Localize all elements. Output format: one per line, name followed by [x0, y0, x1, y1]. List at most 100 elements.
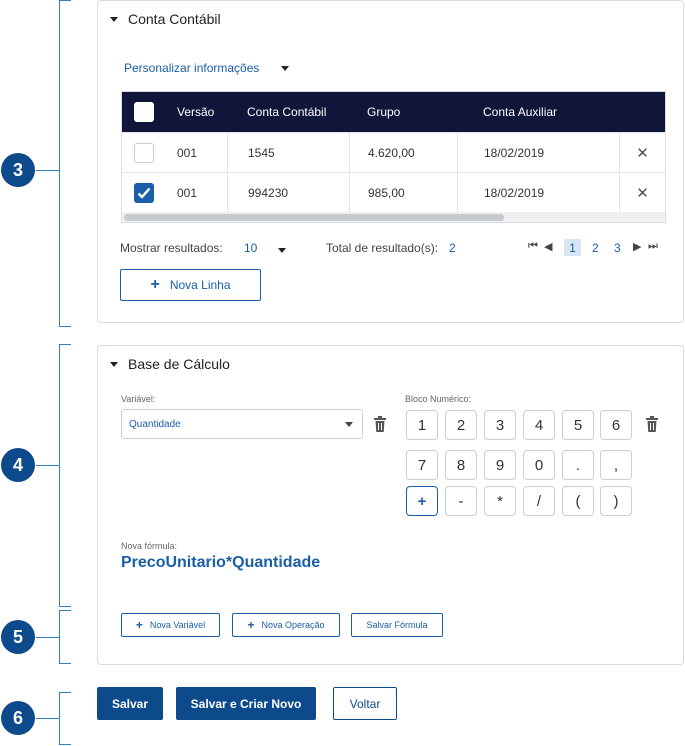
check-icon	[137, 187, 150, 199]
nova-variavel-label: Nova Variável	[149, 620, 206, 630]
annotation-tick-6	[36, 718, 60, 719]
voltar-button[interactable]: Voltar	[333, 687, 397, 720]
row-checkbox-cell	[122, 173, 165, 212]
conta-contabil-table: Versão Conta Contábil Grupo Conta Auxili…	[121, 91, 666, 223]
cell-versao: 001	[177, 145, 198, 160]
annotation-bracket-6	[59, 692, 71, 745]
page-1[interactable]: 1	[564, 239, 581, 256]
caret-down-icon	[110, 16, 118, 22]
personalizar-label: Personalizar informações	[124, 61, 260, 75]
nova-linha-label: Nova Linha	[169, 278, 231, 292]
mostrar-value[interactable]: 10	[244, 241, 257, 255]
nova-formula-label: Nova fórmula:	[121, 541, 178, 551]
next-page-icon[interactable]: ▶	[633, 240, 641, 253]
cell-aux: 18/02/2019	[457, 133, 619, 172]
key-dot[interactable]: .	[562, 450, 594, 480]
delete-row-cell: ✕	[619, 133, 665, 172]
key-minus[interactable]: -	[445, 486, 477, 516]
key-5[interactable]: 5	[562, 410, 594, 440]
key-0[interactable]: 0	[523, 450, 555, 480]
formula-text: PrecoUnitario*Quantidade	[121, 554, 321, 571]
key-3[interactable]: 3	[484, 410, 516, 440]
variavel-select[interactable]: Quantidade	[121, 409, 363, 439]
cell-aux: 18/02/2019	[457, 173, 619, 212]
key-plus[interactable]: +	[406, 486, 438, 516]
select-all-checkbox[interactable]	[133, 102, 154, 122]
trash-icon[interactable]	[645, 416, 659, 432]
annotation-tick-5	[36, 637, 60, 638]
annotation-badge-5: 5	[1, 620, 35, 654]
delete-row-cell: ✕	[619, 173, 665, 212]
plus-icon: +	[135, 618, 143, 632]
cell-conta: 994230	[227, 173, 349, 212]
table-row: 001 1545 4.620,00 18/02/2019 ✕	[122, 132, 665, 172]
first-page-icon[interactable]: ⏮	[528, 240, 538, 253]
mostrar-label: Mostrar resultados:	[120, 241, 223, 255]
salvar-button[interactable]: Salvar	[97, 687, 163, 720]
annotation-bracket-5	[59, 610, 71, 664]
nova-operacao-label: Nova Operação	[261, 620, 325, 630]
plus-icon: +	[150, 276, 160, 293]
total-value: 2	[449, 241, 456, 255]
key-1[interactable]: 1	[406, 410, 438, 440]
close-icon[interactable]: ✕	[636, 144, 649, 162]
salvar-formula-button[interactable]: Salvar Fórmula	[351, 613, 443, 637]
column-header-conta[interactable]: Conta Contábil	[227, 92, 349, 132]
trash-icon[interactable]	[373, 416, 387, 432]
nova-operacao-button[interactable]: + Nova Operação	[232, 613, 340, 637]
key-2[interactable]: 2	[445, 410, 477, 440]
caret-down-icon	[278, 248, 286, 253]
row-checkbox[interactable]	[133, 142, 154, 163]
nova-linha-button[interactable]: + Nova Linha	[120, 269, 261, 301]
close-icon[interactable]: ✕	[636, 184, 649, 202]
caret-down-icon	[110, 361, 118, 367]
annotation-bracket-4	[59, 344, 71, 607]
header-checkbox-cell	[122, 92, 165, 132]
base-calculo-toggle[interactable]: Base de Cálculo	[110, 356, 230, 372]
key-comma[interactable]: ,	[600, 450, 632, 480]
scrollbar-thumb[interactable]	[124, 214, 504, 221]
key-6[interactable]: 6	[600, 410, 632, 440]
annotation-badge-6: 6	[1, 701, 35, 735]
key-divide[interactable]: /	[523, 486, 555, 516]
prev-page-icon[interactable]: ◀	[544, 240, 552, 253]
last-page-icon[interactable]: ⏭	[648, 240, 658, 253]
key-multiply[interactable]: *	[484, 486, 516, 516]
personalizar-dropdown[interactable]: Personalizar informações	[124, 61, 290, 75]
column-header-aux[interactable]: Conta Auxiliar	[457, 92, 619, 132]
column-header-actions	[619, 92, 665, 132]
column-header-grupo[interactable]: Grupo	[349, 92, 457, 132]
pagination-bar: Mostrar resultados: 10 Total de resultad…	[120, 239, 665, 259]
conta-contabil-panel: Conta Contábil Personalizar informações …	[97, 0, 684, 323]
nova-variavel-button[interactable]: + Nova Variável	[121, 613, 220, 637]
table-row: 001 994230 985,00 18/02/2019 ✕	[122, 172, 665, 212]
page-2[interactable]: 2	[592, 241, 599, 255]
caret-down-icon	[281, 65, 290, 71]
salvar-formula-label: Salvar Fórmula	[366, 620, 428, 630]
cell-grupo: 985,00	[349, 173, 457, 212]
annotation-tick-4	[36, 465, 60, 466]
key-8[interactable]: 8	[445, 450, 477, 480]
key-4[interactable]: 4	[523, 410, 555, 440]
key-open-paren[interactable]: (	[562, 486, 594, 516]
caret-down-icon	[345, 422, 353, 427]
key-close-paren[interactable]: )	[600, 486, 632, 516]
cell-versao: 001	[177, 185, 198, 200]
horizontal-scrollbar[interactable]	[122, 212, 665, 222]
column-header-versao[interactable]: Versão	[165, 92, 227, 132]
annotation-badge-3: 3	[1, 153, 35, 187]
salvar-criar-novo-button[interactable]: Salvar e Criar Novo	[176, 687, 316, 720]
cell-conta: 1545	[227, 133, 349, 172]
key-7[interactable]: 7	[406, 450, 438, 480]
total-label: Total de resultado(s):	[326, 241, 439, 255]
base-calculo-panel: Base de Cálculo Variável: Quantidade Blo…	[97, 345, 684, 665]
variavel-label: Variável:	[121, 394, 156, 404]
annotation-badge-4: 4	[1, 448, 35, 482]
annotation-tick-3	[36, 170, 60, 171]
row-checkbox-checked[interactable]	[133, 182, 154, 203]
conta-contabil-toggle[interactable]: Conta Contábil	[110, 11, 221, 27]
page-3[interactable]: 3	[614, 241, 621, 255]
key-9[interactable]: 9	[484, 450, 516, 480]
variavel-value: Quantidade	[129, 418, 181, 430]
conta-contabil-title: Conta Contábil	[128, 11, 221, 27]
